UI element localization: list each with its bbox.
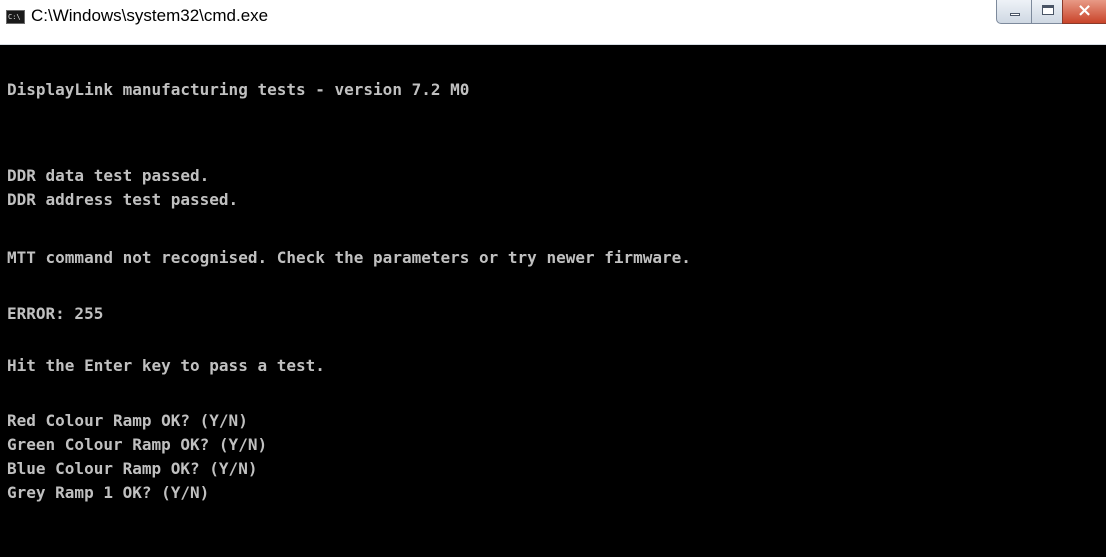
console-line-mtt: MTT command not recognised. Check the pa… — [7, 248, 691, 267]
minimize-button[interactable] — [996, 0, 1032, 24]
console-output[interactable]: DisplayLink manufacturing tests - versio… — [0, 45, 1106, 557]
close-button[interactable]: × — [1062, 0, 1106, 24]
close-icon: × — [1077, 0, 1093, 21]
console-line-blue-ramp: Blue Colour Ramp OK? (Y/N) — [7, 459, 258, 478]
minimize-icon — [1010, 13, 1020, 16]
title-bar[interactable]: C:\ C:\Windows\system32\cmd.exe × — [0, 0, 1106, 45]
console-line-error: ERROR: 255 — [7, 304, 104, 323]
console-line-ddr-address: DDR address test passed. — [7, 190, 239, 209]
maximize-button[interactable] — [1031, 0, 1063, 24]
window-title: C:\Windows\system32\cmd.exe — [31, 6, 269, 25]
console-line-hint: Hit the Enter key to pass a test. — [7, 356, 325, 375]
cmd-icon[interactable]: C:\ — [6, 10, 25, 24]
cmd-window: C:\ C:\Windows\system32\cmd.exe × Displa… — [0, 0, 1106, 557]
maximize-icon — [1042, 5, 1054, 15]
console-line-ddr-data: DDR data test passed. — [7, 166, 210, 185]
console-line-version: DisplayLink manufacturing tests - versio… — [7, 80, 470, 99]
console-line-red-ramp: Red Colour Ramp OK? (Y/N) — [7, 411, 248, 430]
console-line-grey-ramp: Grey Ramp 1 OK? (Y/N) — [7, 483, 210, 502]
console-line-green-ramp: Green Colour Ramp OK? (Y/N) — [7, 435, 268, 454]
